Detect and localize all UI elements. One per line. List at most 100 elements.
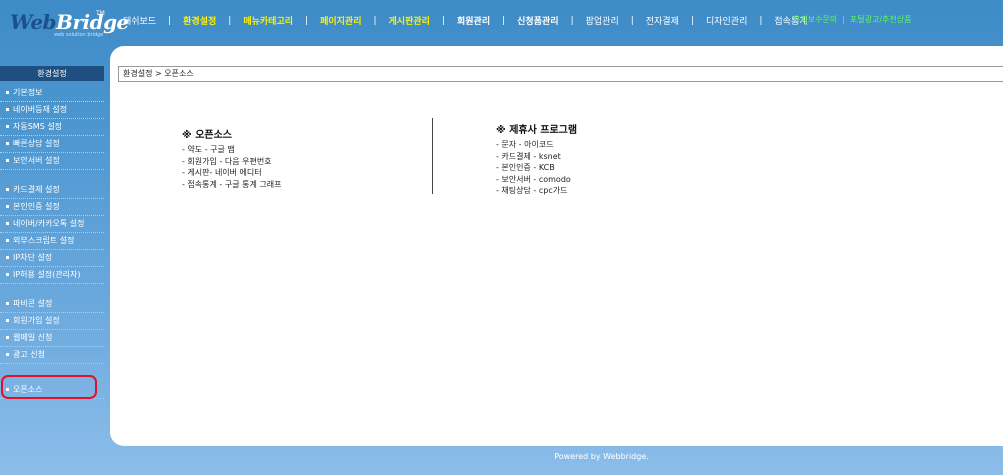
bullet-icon <box>6 188 9 191</box>
nav-item[interactable]: 페이지관리 <box>320 14 361 27</box>
nav-separator: | <box>305 15 309 26</box>
sidebar-item[interactable]: 네이버/카카오톡 설정 <box>0 216 104 233</box>
partner-section: ※ 제휴사 프로그램 - 문자 - 아이코드 - 카드결제 - ksnet - 본인… <box>496 121 577 197</box>
logo-tm: TM <box>96 10 105 17</box>
bullet-icon <box>6 108 9 111</box>
main-nav: 대쉬보드 | 환경설정 | 메뉴카테고리 | 페이지관리 | 게시판관리 | 회원관리 | 신청폼관리 |… <box>123 14 808 28</box>
sidebar-item[interactable]: 광고 신청 <box>0 347 104 364</box>
opensource-item: - 게시판- 네이버 에디터 <box>182 168 262 177</box>
sidebar-menu: 기본정보네이버등재 설정자동SMS 설정빠른상담 설정보안서버 설정카드결제 설… <box>0 85 104 399</box>
logo-part2: Bridge <box>56 10 129 34</box>
webbridge-logo[interactable]: WebBridge TM web solution bridge <box>10 8 129 38</box>
sidebar-item[interactable]: 파비콘 설정 <box>0 296 104 313</box>
sidebar-item-label: 네이버등재 설정 <box>13 105 68 114</box>
sidebar-item-label: 파비콘 설정 <box>13 299 53 308</box>
partner-item: - 본인인증 - KCB <box>496 163 555 172</box>
content-panel: 환경설정 > 오픈소스 ※ 오픈소스 - 약도 - 구글 맵 - 회원가입 - 다… <box>110 46 1003 446</box>
partner-heading: ※ 제휴사 프로그램 <box>496 125 578 136</box>
sidebar-item-label: 자동SMS 설정 <box>13 122 63 131</box>
sidebar-item[interactable]: 본인인증 설정 <box>0 199 104 216</box>
bullet-icon <box>6 91 9 94</box>
nav-item[interactable]: 대쉬보드 <box>123 14 156 27</box>
top-link-ads[interactable]: 포털광고/추천상품 <box>850 15 912 24</box>
logo-wordmark: WebBridge <box>10 10 129 34</box>
logo-part1: Web <box>10 10 57 34</box>
sidebar-item-label: 보안서버 설정 <box>13 156 60 165</box>
bullet-icon <box>6 239 9 242</box>
sidebar-item[interactable]: 네이버등재 설정 <box>0 102 104 119</box>
partner-item: - 문자 - 아이코드 <box>496 140 554 149</box>
nav-separator: | <box>630 15 634 26</box>
bullet-icon <box>6 302 9 305</box>
opensource-heading: ※ 오픈소스 <box>182 130 233 141</box>
sidebar-item[interactable]: 빠른상담 설정 <box>0 136 104 153</box>
sidebar-item[interactable]: IP허용 설정(관리자) <box>0 267 104 284</box>
nav-separator: | <box>502 15 506 26</box>
nav-separator: | <box>373 15 377 26</box>
bullet-icon <box>6 125 9 128</box>
bullet-icon <box>6 205 9 208</box>
sidebar-item[interactable]: 외부스크립트 설정 <box>0 233 104 250</box>
sidebar-item[interactable]: 회원가입 설정 <box>0 313 104 330</box>
opensource-item: - 약도 - 구글 맵 <box>182 145 235 154</box>
bullet-icon <box>6 256 9 259</box>
sidebar-item-label: IP차단 설정 <box>13 253 53 262</box>
sidebar: 환경설정 기본정보네이버등재 설정자동SMS 설정빠른상담 설정보안서버 설정카… <box>0 66 104 399</box>
nav-item[interactable]: 전자결제 <box>646 14 679 27</box>
bullet-icon <box>6 273 9 276</box>
nav-separator: | <box>759 15 763 26</box>
nav-item[interactable]: 회원관리 <box>457 14 490 27</box>
top-link-separator: | <box>842 15 845 24</box>
nav-item[interactable]: 환경설정 <box>183 14 216 27</box>
bullet-icon <box>6 353 9 356</box>
nav-separator: | <box>690 15 694 26</box>
sidebar-item[interactable]: 자동SMS 설정 <box>0 119 104 136</box>
sidebar-item-label: 기본정보 <box>13 88 43 97</box>
partner-item: - 카드결제 - ksnet <box>496 151 561 161</box>
sidebar-item[interactable]: IP차단 설정 <box>0 250 104 267</box>
nav-item[interactable]: 신청폼관리 <box>517 14 558 27</box>
bullet-icon <box>6 222 9 225</box>
sidebar-item[interactable]: 카드결제 설정 <box>0 182 104 199</box>
nav-item[interactable]: 메뉴카테고리 <box>243 14 293 27</box>
nav-separator: | <box>168 15 172 26</box>
top-links: 유지보수문의 | 포털광고/추천상품 <box>793 14 911 25</box>
sidebar-item-label: 외부스크립트 설정 <box>13 236 75 245</box>
sidebar-item-label: 네이버/카카오톡 설정 <box>13 219 85 228</box>
footer-powered-by: Powered by Webbridge. <box>554 452 649 461</box>
logo-tagline: web solution bridge <box>54 32 104 38</box>
nav-separator: | <box>228 15 232 26</box>
sidebar-item[interactable]: 웹메일 신청 <box>0 330 104 347</box>
nav-item[interactable]: 디자인관리 <box>706 14 747 27</box>
breadcrumb: 환경설정 > 오픈소스 <box>118 66 1003 82</box>
top-link-support[interactable]: 유지보수문의 <box>793 15 837 24</box>
sidebar-item[interactable]: 보안서버 설정 <box>0 153 104 170</box>
bullet-icon <box>6 319 9 322</box>
sidebar-item-label: 회원가입 설정 <box>13 316 60 325</box>
nav-separator: | <box>441 15 445 26</box>
bullet-icon <box>6 336 9 339</box>
partner-item: - 보안서버 - comodo <box>496 174 571 184</box>
bullet-icon <box>6 159 9 162</box>
nav-item[interactable]: 팝업관리 <box>586 14 619 27</box>
opensource-section: ※ 오픈소스 - 약도 - 구글 맵 - 회원가입 - 다음 우편번호 - 게시판-… <box>182 126 281 190</box>
sidebar-item-label: 빠른상담 설정 <box>13 139 60 148</box>
opensource-item: - 회원가입 - 다음 우편번호 <box>182 156 272 166</box>
sidebar-item-label: 카드결제 설정 <box>13 185 60 194</box>
bullet-icon <box>6 142 9 145</box>
sidebar-item-label: 광고 신청 <box>13 350 45 359</box>
nav-item[interactable]: 게시판관리 <box>389 14 430 27</box>
sidebar-item-label: 웹메일 신청 <box>13 333 53 342</box>
sidebar-item-label: 본인인증 설정 <box>13 202 60 211</box>
top-bar: WebBridge TM web solution bridge 대쉬보드 | 환경… <box>0 0 1003 40</box>
section-divider <box>432 118 433 194</box>
partner-item: - 채팅상담 - cpc가드 <box>496 186 568 195</box>
opensource-item: - 접속통계 - 구글 통계 그래프 <box>182 179 282 189</box>
sidebar-item-label: IP허용 설정(관리자) <box>13 270 81 279</box>
sidebar-item[interactable]: 기본정보 <box>0 85 104 102</box>
sidebar-title: 환경설정 <box>0 66 104 81</box>
highlight-ring <box>1 375 97 399</box>
nav-separator: | <box>570 15 574 26</box>
